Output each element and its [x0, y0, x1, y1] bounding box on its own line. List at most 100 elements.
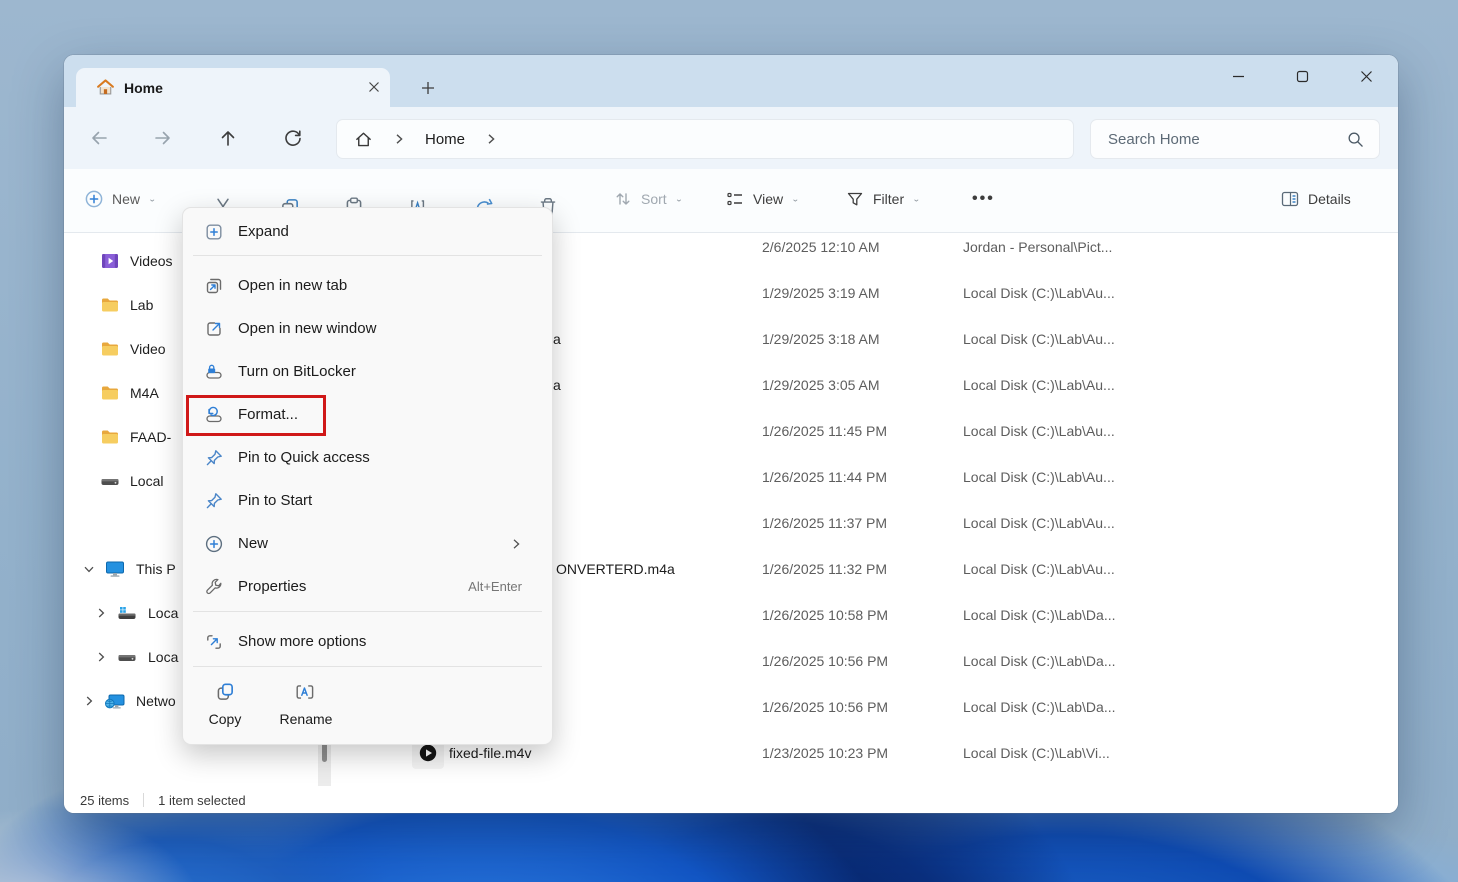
file-name: a	[553, 331, 561, 347]
search-box[interactable]	[1090, 119, 1380, 159]
sidebar-item-lab[interactable]: Lab	[100, 288, 153, 322]
new-tab-icon[interactable]	[414, 74, 442, 102]
search-input[interactable]	[1090, 130, 1347, 148]
close-icon[interactable]	[1334, 55, 1398, 97]
view-button[interactable]: View ⌄	[725, 177, 799, 221]
table-row[interactable]: 1/26/2025 10:58 PM Local Disk (C:)\Lab\D…	[404, 592, 1398, 638]
selection-count: 1 item selected	[158, 792, 246, 808]
file-date: 1/29/2025 3:19 AM	[762, 285, 880, 301]
more-dots-icon: •••	[972, 190, 995, 207]
this-pc-icon	[106, 561, 124, 577]
menu-item-label: Show more options	[238, 633, 367, 650]
breadcrumb-item-home[interactable]: Home	[425, 131, 465, 148]
table-row[interactable]: 1/29/2025 3:19 AM Local Disk (C:)\Lab\Au…	[404, 270, 1398, 316]
menu-item-open-new-tab[interactable]: Open in new tab	[189, 264, 546, 307]
forward-icon[interactable]	[145, 120, 181, 156]
copy-icon	[217, 683, 233, 700]
sidebar-item-this-pc[interactable]: This P	[84, 552, 176, 586]
breadcrumb[interactable]: Home	[336, 119, 1074, 159]
file-location: Local Disk (C:)\Lab\Vi...	[963, 745, 1110, 761]
table-row[interactable]: fixed-file.m4v 1/23/2025 10:23 PM Local …	[404, 730, 1398, 776]
breadcrumb-home-icon[interactable]	[354, 130, 373, 149]
file-date: 2/6/2025 12:10 AM	[762, 239, 880, 255]
chevron-right-icon[interactable]	[485, 133, 497, 145]
filter-button[interactable]: Filter ⌄	[845, 177, 921, 221]
network-icon	[105, 694, 125, 709]
sidebar-label: This P	[136, 561, 176, 577]
back-icon[interactable]	[81, 120, 117, 156]
view-list-icon	[727, 192, 742, 206]
file-location: Local Disk (C:)\Lab\Da...	[963, 653, 1116, 669]
sort-button[interactable]: Sort ⌄	[613, 177, 683, 221]
chevron-collapsed-icon[interactable]	[95, 607, 107, 619]
items-count: 25 items	[80, 792, 130, 808]
sidebar-item-m4a[interactable]: M4A	[100, 376, 159, 410]
up-icon[interactable]	[210, 120, 246, 156]
pin-icon	[203, 447, 225, 469]
wrench-icon	[203, 576, 225, 598]
table-row[interactable]: 1/26/2025 10:56 PM Local Disk (C:)\Lab\D…	[404, 684, 1398, 730]
menu-item-label: Pin to Start	[238, 492, 313, 509]
menu-item-pin-to-start[interactable]: Pin to Start	[189, 479, 546, 522]
sidebar-label: Loca	[148, 605, 179, 621]
table-row[interactable]: 1/26/2025 10:56 PM Local Disk (C:)\Lab\D…	[404, 638, 1398, 684]
details-button[interactable]: Details	[1280, 177, 1351, 221]
file-location: Local Disk (C:)\Lab\Au...	[963, 469, 1115, 485]
tab-home[interactable]: Home	[76, 68, 390, 107]
details-button-label: Details	[1308, 191, 1351, 207]
table-row[interactable]: 2/6/2025 12:10 AM Jordan - Personal\Pict…	[404, 224, 1398, 270]
menu-item-turn-on-bitlocker[interactable]: Turn on BitLocker	[189, 350, 546, 393]
file-date: 1/23/2025 10:23 PM	[762, 745, 889, 761]
submenu-chevron-icon	[510, 538, 522, 550]
table-row[interactable]: ONVERTERD.m4a 1/26/2025 11:32 PM Local D…	[404, 546, 1398, 592]
file-location: Local Disk (C:)\Lab\Da...	[963, 699, 1116, 715]
menu-item-open-new-window[interactable]: Open in new window	[189, 307, 546, 350]
file-date: 1/26/2025 11:37 PM	[762, 515, 888, 531]
table-row[interactable]: 1/26/2025 11:45 PM Local Disk (C:)\Lab\A…	[404, 408, 1398, 454]
sidebar-item-faad[interactable]: FAAD-	[100, 420, 171, 454]
table-row[interactable]: a 1/29/2025 3:05 AM Local Disk (C:)\Lab\…	[404, 362, 1398, 408]
refresh-icon[interactable]	[275, 120, 311, 156]
menu-item-expand[interactable]: Expand	[189, 210, 546, 253]
chevron-collapsed-icon[interactable]	[95, 651, 107, 663]
sidebar-label: Loca	[148, 649, 179, 665]
file-name: fixed-file.m4v	[449, 745, 532, 761]
sidebar-item-local-disk[interactable]: Local	[100, 464, 163, 498]
drive-icon	[101, 479, 119, 485]
rename-button-label: Rename	[279, 711, 333, 727]
sidebar-item-local-disk-2[interactable]: Loca	[98, 640, 179, 674]
sidebar-item-videos[interactable]: Videos	[100, 244, 173, 278]
menu-item-new[interactable]: New	[189, 522, 546, 565]
more-options-button[interactable]: •••	[972, 177, 995, 221]
file-date: 1/26/2025 10:56 PM	[762, 653, 889, 669]
minimize-icon[interactable]	[1206, 55, 1270, 97]
rename-icon	[296, 681, 314, 699]
sidebar-item-local-disk-c[interactable]: Loca	[98, 596, 179, 630]
sidebar-item-network[interactable]: Netwo	[86, 684, 176, 718]
table-row[interactable]: 1/26/2025 11:37 PM Local Disk (C:)\Lab\A…	[404, 500, 1398, 546]
chevron-collapsed-icon[interactable]	[83, 695, 95, 707]
maximize-icon[interactable]	[1270, 55, 1334, 97]
file-date: 1/29/2025 3:05 AM	[762, 377, 880, 393]
copy-button[interactable]: Copy	[192, 671, 258, 737]
menu-item-properties[interactable]: Properties Alt+Enter	[189, 565, 546, 608]
chevron-expanded-icon[interactable]	[83, 563, 95, 575]
folder-icon	[102, 430, 118, 444]
table-row[interactable]: a 1/29/2025 3:18 AM Local Disk (C:)\Lab\…	[404, 316, 1398, 362]
videos-icon	[102, 254, 118, 268]
menu-item-label: New	[238, 535, 269, 552]
copy-button-label: Copy	[208, 711, 242, 727]
new-button[interactable]: New ⌄	[84, 177, 156, 221]
tab-close-icon[interactable]	[360, 73, 388, 101]
menu-item-pin-to-quick-access[interactable]: Pin to Quick access	[189, 436, 546, 479]
file-location: Local Disk (C:)\Lab\Da...	[963, 607, 1116, 623]
open-new-window-icon	[203, 318, 225, 340]
filter-funnel-icon	[847, 192, 863, 206]
menu-item-show-more-options[interactable]: Show more options	[189, 620, 546, 663]
search-icon[interactable]	[1347, 131, 1380, 148]
table-row[interactable]: 1/26/2025 11:44 PM Local Disk (C:)\Lab\A…	[404, 454, 1398, 500]
menu-item-label: Open in new tab	[238, 277, 348, 294]
file-name: a	[553, 377, 561, 393]
rename-button[interactable]: Rename	[273, 671, 339, 737]
sidebar-item-video[interactable]: Video	[100, 332, 166, 366]
